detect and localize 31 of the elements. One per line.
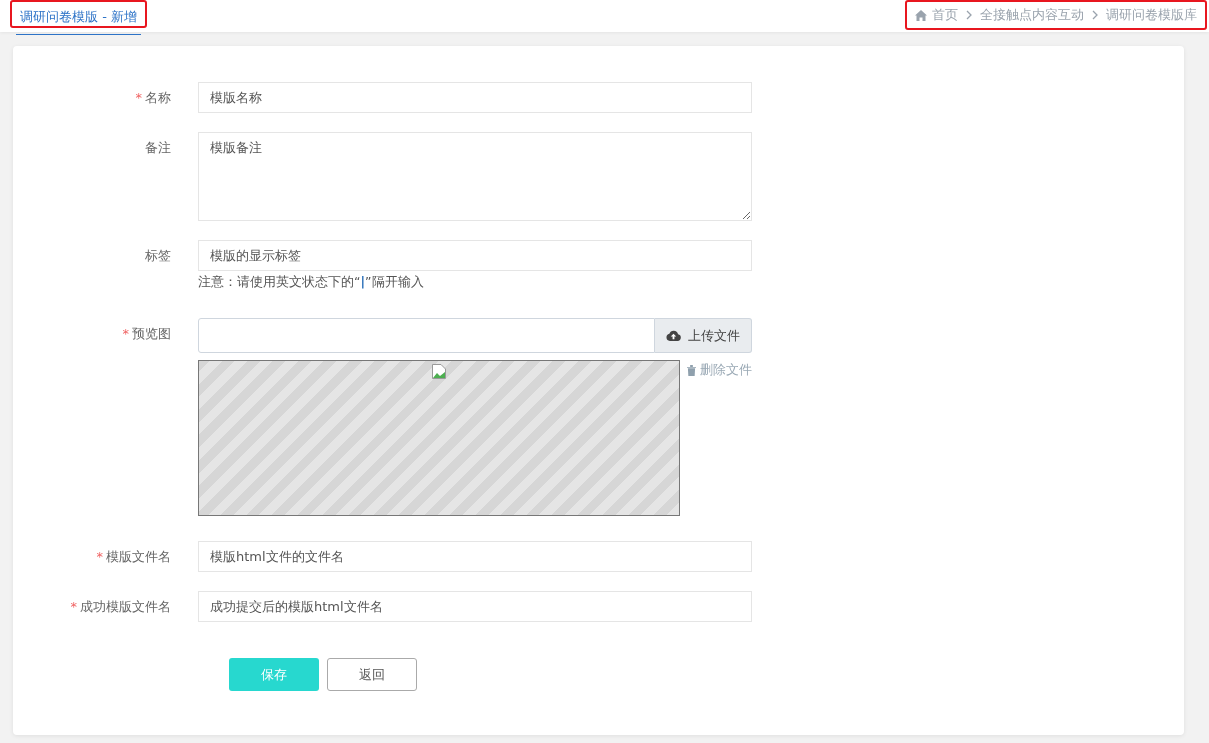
field-label: 标签 — [145, 248, 171, 263]
cloud-upload-icon — [666, 330, 681, 341]
breadcrumb-link[interactable]: 全接触点内容互动 — [980, 6, 1084, 24]
text-field[interactable]: 模版html文件的文件名 — [198, 541, 752, 572]
field-label: 备注 — [145, 140, 171, 155]
text-field[interactable]: 成功提交后的模版html文件名 — [198, 591, 752, 622]
upload-button[interactable]: 上传文件 — [655, 318, 752, 353]
field-label: 成功模版文件名 — [80, 599, 171, 614]
field-label: 预览图 — [132, 326, 171, 341]
file-path-field[interactable] — [198, 318, 655, 353]
textarea-field[interactable]: 模版备注 — [198, 132, 752, 221]
trash-icon — [687, 364, 696, 376]
required-mark: * — [96, 549, 103, 564]
delete-file-link[interactable]: 删除文件 — [687, 361, 752, 379]
field-label: 名称 — [145, 90, 171, 105]
text-field[interactable]: 模版的显示标签 — [198, 240, 752, 271]
required-mark: * — [135, 90, 142, 105]
back-button[interactable]: 返回 — [327, 658, 417, 691]
home-icon — [915, 9, 927, 21]
breadcrumb-link[interactable]: 首页 — [932, 6, 958, 24]
field-label: 模版文件名 — [106, 549, 171, 564]
broken-image-icon — [432, 364, 446, 379]
breadcrumb-link[interactable]: 调研问卷模版库 — [1106, 6, 1197, 24]
required-mark: * — [70, 599, 77, 614]
chevron-right-icon — [1092, 10, 1098, 20]
hint-text: 注意：请使用英文状态下的“|”隔开输入 — [198, 273, 425, 291]
required-mark: * — [122, 326, 129, 341]
page-tab[interactable]: 调研问卷模版 - 新增 — [16, 5, 141, 35]
save-button[interactable]: 保存 — [229, 658, 319, 691]
chevron-right-icon — [966, 10, 972, 20]
text-field[interactable]: 模版名称 — [198, 82, 752, 113]
